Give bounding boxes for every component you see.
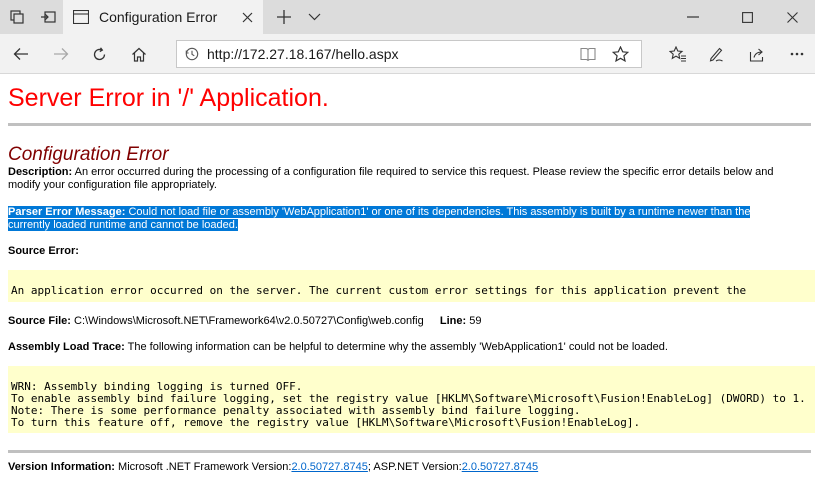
chevron-down-icon[interactable] xyxy=(300,0,328,34)
description-block: Description: An error occurred during th… xyxy=(8,166,808,192)
new-tab-icon[interactable] xyxy=(270,0,298,34)
aspnet-version-text: ASP.NET Version: xyxy=(373,461,462,473)
close-window-icon[interactable] xyxy=(770,0,815,34)
back-icon[interactable] xyxy=(4,34,38,74)
tab-active[interactable]: Configuration Error xyxy=(63,0,263,34)
source-file-line: Source File: C:\Windows\Microsoft.NET\Fr… xyxy=(8,315,481,328)
assembly-trace-text: The following information can be helpful… xyxy=(127,341,668,353)
parser-error-text-line2: currently loaded runtime and cannot be l… xyxy=(8,219,238,231)
error-title: Configuration Error xyxy=(8,144,169,165)
url-text: http://172.27.18.167/hello.aspx xyxy=(207,46,399,62)
forward-icon[interactable] xyxy=(44,34,78,74)
more-options-icon[interactable] xyxy=(780,34,814,74)
footer-divider xyxy=(8,450,811,453)
source-error-heading: Source Error: xyxy=(8,245,79,258)
framework-version-link[interactable]: 2.0.50727.8745 xyxy=(291,461,367,473)
tab-manager-icon[interactable] xyxy=(0,0,34,34)
version-separator: ; xyxy=(367,461,371,473)
pen-notes-icon[interactable] xyxy=(699,34,733,74)
source-file-label: Source File: xyxy=(8,315,71,327)
close-tab-icon[interactable] xyxy=(242,0,253,34)
parser-error-label: Parser Error Message: xyxy=(8,206,126,218)
home-icon[interactable] xyxy=(122,34,156,74)
favorites-hub-icon[interactable] xyxy=(661,34,695,74)
source-error-box: An application error occurred on the ser… xyxy=(8,270,815,302)
page-content: Server Error in '/' Application. Configu… xyxy=(0,75,815,496)
assembly-trace-label: Assembly Load Trace: xyxy=(8,341,125,353)
favorite-star-icon[interactable] xyxy=(612,46,629,62)
description-label: Description: xyxy=(8,166,73,178)
page-icon xyxy=(73,10,89,24)
address-bar[interactable]: http://172.27.18.167/hello.aspx xyxy=(176,40,642,68)
source-error-text: An application error occurred on the ser… xyxy=(11,284,747,297)
aspnet-version-link[interactable]: 2.0.50727.8745 xyxy=(462,461,538,473)
line-number: 59 xyxy=(469,315,482,327)
page-title: Server Error in '/' Application. xyxy=(8,84,329,112)
version-information: Version Information: Microsoft .NET Fram… xyxy=(8,461,538,474)
tab-bar: Configuration Error xyxy=(0,0,815,34)
heading-divider xyxy=(8,123,811,126)
framework-version-text: Microsoft .NET Framework Version: xyxy=(118,461,292,473)
description-text: An error occurred during the processing … xyxy=(8,166,774,191)
minimize-icon[interactable] xyxy=(670,0,716,34)
source-file-path: C:\Windows\Microsoft.NET\Framework64\v2.… xyxy=(74,315,424,327)
assembly-trace-line: Assembly Load Trace: The following infor… xyxy=(8,341,668,354)
share-icon[interactable] xyxy=(740,34,774,74)
navigation-toolbar: http://172.27.18.167/hello.aspx xyxy=(0,34,815,74)
set-tabs-aside-icon[interactable] xyxy=(32,0,64,34)
assembly-trace-box: WRN: Assembly binding logging is turned … xyxy=(8,366,815,433)
refresh-icon[interactable] xyxy=(82,34,116,74)
site-info-icon[interactable] xyxy=(185,47,199,61)
line-label: Line: xyxy=(439,315,467,327)
tab-title: Configuration Error xyxy=(99,9,218,25)
parser-error-message: Parser Error Message: Could not load fil… xyxy=(8,206,798,232)
maximize-icon[interactable] xyxy=(724,0,770,34)
version-label: Version Information: xyxy=(8,461,115,473)
trace-line: To turn this feature off, remove the reg… xyxy=(11,416,641,429)
reading-view-icon[interactable] xyxy=(580,47,596,62)
source-error-label: Source Error: xyxy=(8,245,79,257)
parser-error-text-line1: Could not load file or assembly 'WebAppl… xyxy=(128,206,751,218)
